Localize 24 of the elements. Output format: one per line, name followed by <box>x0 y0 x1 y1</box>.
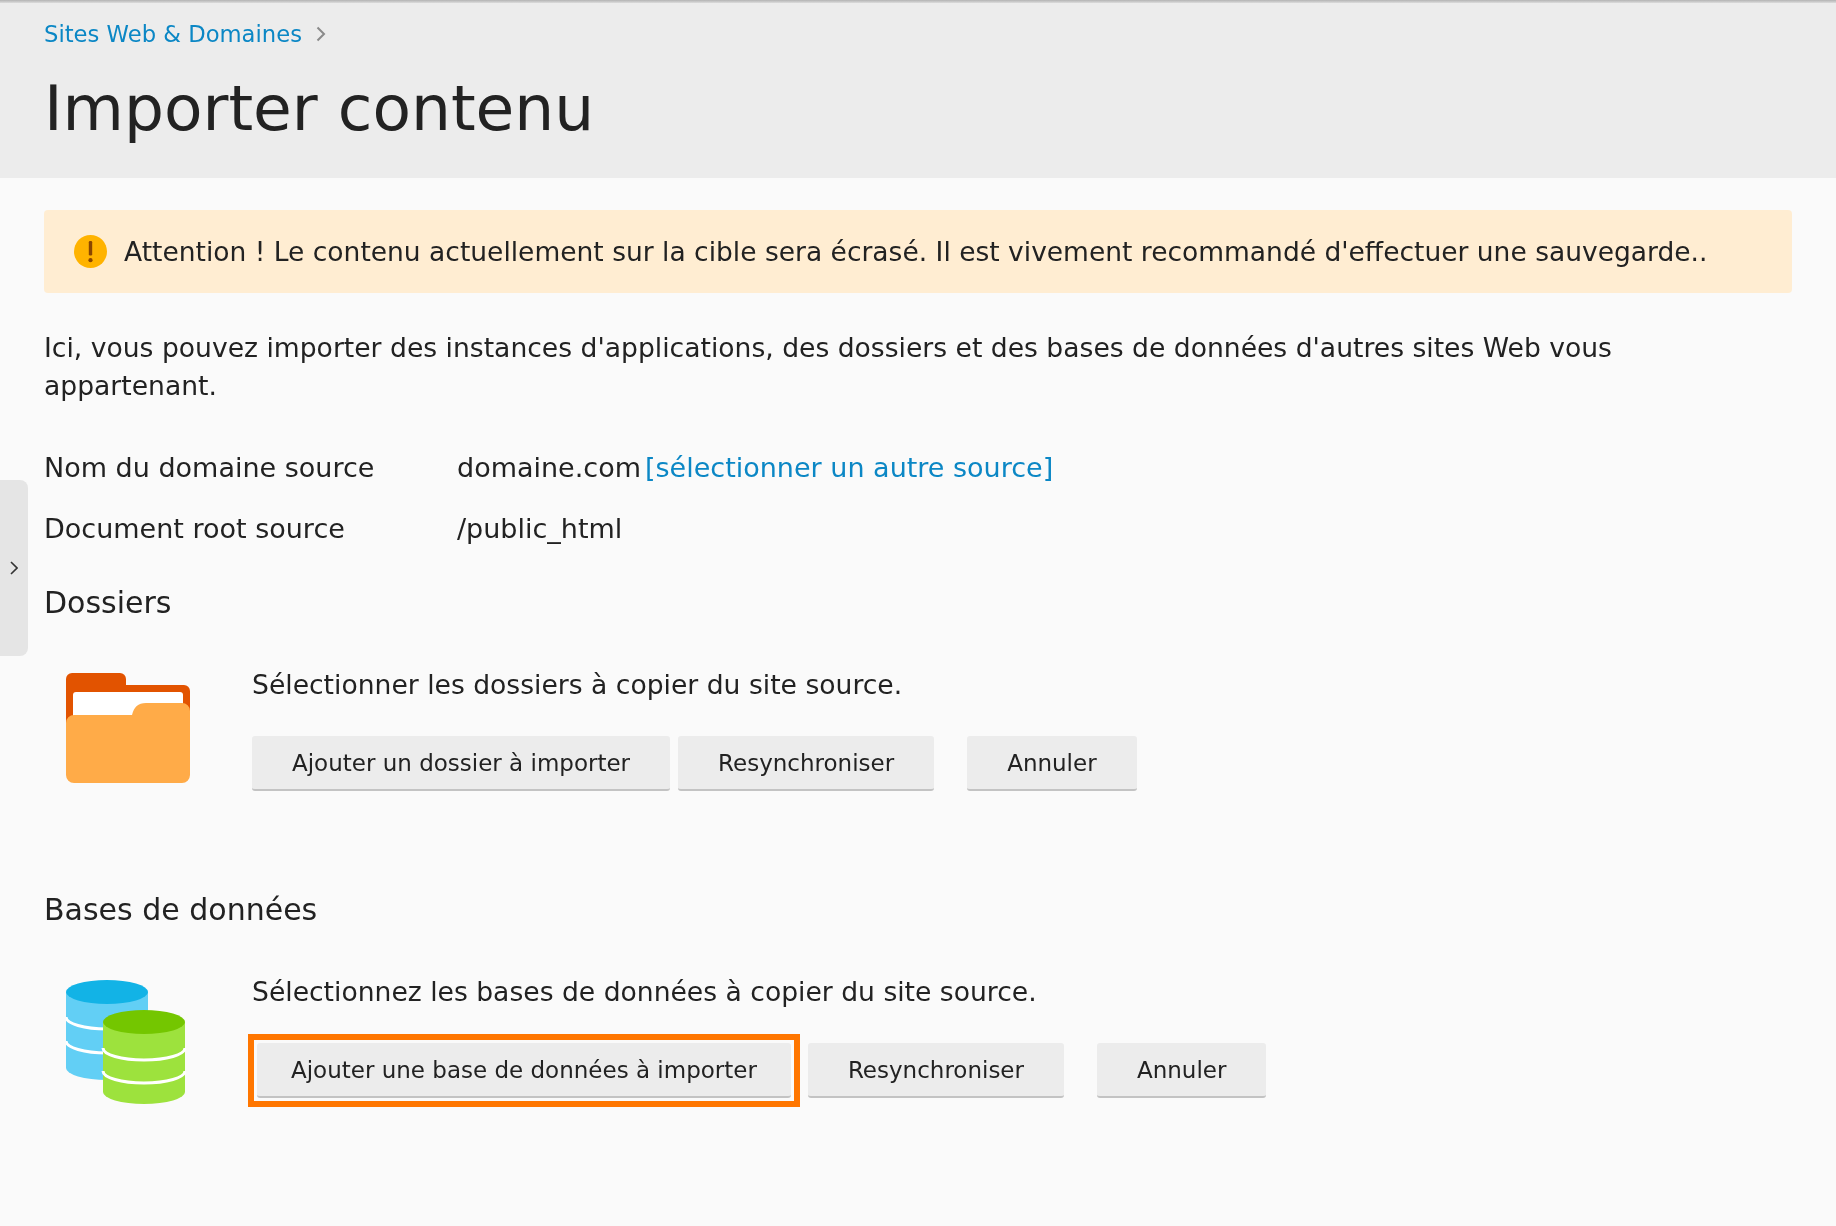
add-button[interactable]: Ajouter une base de données à importer <box>257 1043 791 1098</box>
warning-icon <box>74 235 107 268</box>
section-heading: Bases de données <box>44 891 319 929</box>
field-value: domaine.com <box>457 451 641 485</box>
field-label: Nom du domaine source <box>44 451 376 485</box>
add-button[interactable]: Ajouter un dossier à importer <box>252 736 671 791</box>
intro-text: Ici, vous pouvez importer des instances d'applications, des dossiers et des bases de données d'autres sites Web vous appartenant. <box>44 331 1613 403</box>
database-icon <box>66 980 186 1104</box>
cancel-button[interactable]: Annuler <box>1097 1043 1267 1098</box>
section-description: Sélectionnez les bases de données à copier du site source. <box>252 975 1038 1009</box>
section-heading: Dossiers <box>44 584 173 622</box>
resync-button[interactable]: Resynchroniser <box>807 1043 1064 1098</box>
chevron-right-icon <box>316 26 326 42</box>
field-label: Document root source <box>44 512 346 546</box>
chevron-right-icon <box>10 561 18 575</box>
resync-button[interactable]: Resynchroniser <box>678 736 935 791</box>
section-description: Sélectionner les dossiers à copier du site source. <box>252 668 904 702</box>
folder-icon <box>66 673 190 783</box>
select-source-link[interactable]: [sélectionner un autre source] <box>645 449 1054 487</box>
warning-text: Attention ! Le contenu actuellement sur la cible sera écrasé. Il est vivement recommandé d'effectuer une sauvegarde.. <box>124 234 1708 269</box>
field-value: /public_html <box>457 512 623 546</box>
cancel-button[interactable]: Annuler <box>967 736 1137 791</box>
page-title: Importer contenu <box>44 73 596 145</box>
sidebar-toggle[interactable] <box>0 480 28 656</box>
